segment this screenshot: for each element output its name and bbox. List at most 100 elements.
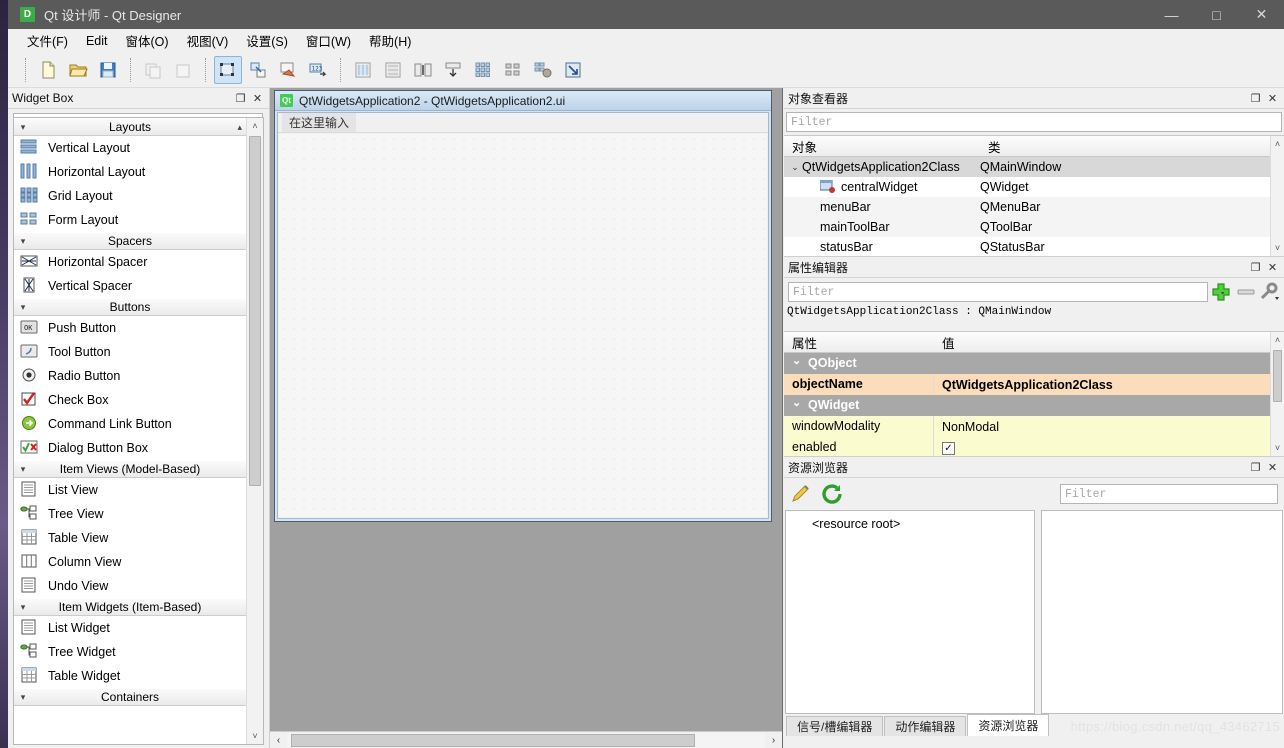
configure-property-button[interactable] (1259, 282, 1281, 302)
menu-item-help[interactable]: 帮助(H) (360, 28, 420, 53)
layout-form-button[interactable] (499, 56, 527, 84)
object-inspector-scrollbar[interactable]: ˄ ˅ (1270, 136, 1284, 256)
layout-splitter-vertical-button[interactable] (439, 56, 467, 84)
widget-item-vertical-layout[interactable]: Vertical Layout (14, 136, 246, 160)
layout-splitter-horizontal-button[interactable] (409, 56, 437, 84)
widget-item-list-widget[interactable]: List Widget (14, 616, 246, 640)
widget-item-table-view[interactable]: Table View (14, 526, 246, 550)
property-value[interactable]: NonModal (934, 420, 1284, 434)
widget-item-dialog-button-box[interactable]: Dialog Button Box (14, 436, 246, 460)
widget-item-form-layout[interactable]: Form Layout (14, 208, 246, 232)
object-row-central-widget[interactable]: centralWidget QWidget (784, 177, 1284, 197)
object-row-menu-bar[interactable]: menuBar QMenuBar (784, 197, 1284, 217)
edit-buddies-button[interactable] (274, 56, 302, 84)
menu-item-view[interactable]: 视图(V) (178, 28, 238, 53)
column-header-object[interactable]: 对象 (784, 137, 980, 156)
property-row-enabled[interactable]: enabled ✓ (784, 437, 1284, 456)
edit-tab-order-button[interactable]: 123 (304, 56, 332, 84)
tab-resource-browser[interactable]: 资源浏览器 (967, 714, 1050, 736)
resource-preview[interactable] (1041, 510, 1283, 714)
resource-browser-filter-input[interactable] (1060, 484, 1278, 504)
scroll-down-icon[interactable]: ˅ (1271, 240, 1284, 256)
widget-item-table-widget[interactable]: Table Widget (14, 664, 246, 688)
remove-property-button[interactable] (1236, 282, 1256, 302)
scroll-left-icon[interactable]: ‹ (270, 735, 287, 746)
object-inspector-filter-input[interactable] (786, 112, 1282, 132)
scroll-up-icon[interactable]: ˄ (247, 118, 263, 134)
scroll-up-icon[interactable]: ˄ (1271, 332, 1284, 348)
edit-resources-button[interactable] (790, 484, 812, 504)
widget-category-layouts[interactable]: ▾ Layouts ▴ (14, 118, 246, 136)
float-icon[interactable]: ❐ (1247, 90, 1264, 107)
widget-box-scrollbar[interactable]: ˄ ˅ (246, 118, 263, 744)
property-group-qobject[interactable]: QObject (784, 353, 1284, 374)
add-property-button[interactable] (1211, 282, 1233, 302)
form-window[interactable]: Qt QtWidgetsApplication2 - QtWidgetsAppl… (274, 90, 772, 522)
property-row-window-modality[interactable]: windowModality NonModal (784, 416, 1284, 437)
widget-category-spacers[interactable]: ▾ Spacers (14, 232, 246, 250)
scrollbar-thumb[interactable] (249, 136, 261, 486)
scroll-down-icon[interactable]: ˅ (247, 728, 263, 744)
close-icon[interactable]: ✕ (1239, 0, 1284, 29)
undo-button[interactable] (139, 56, 167, 84)
close-icon[interactable]: ✕ (1264, 259, 1281, 276)
maximize-icon[interactable]: □ (1194, 0, 1239, 29)
close-icon[interactable]: ✕ (1264, 90, 1281, 107)
widget-item-tool-button[interactable]: Tool Button (14, 340, 246, 364)
open-form-button[interactable] (64, 56, 92, 84)
save-form-button[interactable] (94, 56, 122, 84)
adjust-size-button[interactable] (559, 56, 587, 84)
object-row-main-window[interactable]: ⌄ QtWidgetsApplication2Class QMainWindow (784, 157, 1284, 177)
form-central-widget[interactable] (279, 134, 767, 517)
float-icon[interactable]: ❐ (1247, 259, 1264, 276)
float-icon[interactable]: ❐ (1247, 459, 1264, 476)
property-value-checkbox[interactable]: ✓ (934, 440, 1284, 455)
column-header-property[interactable]: 属性 (784, 333, 934, 352)
edit-signals-slots-button[interactable] (244, 56, 272, 84)
widget-item-check-box[interactable]: Check Box (14, 388, 246, 412)
scroll-up-icon[interactable]: ˄ (1271, 136, 1284, 152)
form-menubar[interactable]: 在这里输入 (278, 113, 768, 133)
widget-category-buttons[interactable]: ▾ Buttons (14, 298, 246, 316)
property-row-object-name[interactable]: objectName QtWidgetsApplication2Class (784, 374, 1284, 395)
scroll-right-icon[interactable]: › (765, 735, 782, 746)
column-header-value[interactable]: 值 (934, 333, 1284, 352)
menu-item-window[interactable]: 窗口(W) (297, 28, 360, 53)
tab-signal-slot-editor[interactable]: 信号/槽编辑器 (786, 716, 884, 736)
scrollbar-track[interactable] (287, 732, 765, 748)
column-header-class[interactable]: 类 (980, 137, 1284, 156)
widget-item-column-view[interactable]: Column View (14, 550, 246, 574)
widget-item-tree-widget[interactable]: Tree Widget (14, 640, 246, 664)
close-icon[interactable]: ✕ (249, 90, 266, 107)
property-editor-scrollbar[interactable]: ˄ ˅ (1270, 332, 1284, 456)
chevron-down-icon[interactable]: ⌄ (788, 162, 802, 173)
layout-grid-button[interactable] (469, 56, 497, 84)
property-value[interactable]: QtWidgetsApplication2Class (934, 378, 1284, 392)
menu-item-file[interactable]: 文件(F) (18, 28, 77, 53)
form-menubar-placeholder[interactable]: 在这里输入 (282, 113, 357, 132)
layout-horizontally-button[interactable] (349, 56, 377, 84)
mdi-horizontal-scrollbar[interactable]: ‹ › (270, 731, 782, 748)
widget-item-tree-view[interactable]: Tree View (14, 502, 246, 526)
edit-widgets-button[interactable] (214, 55, 242, 84)
widget-item-grid-layout[interactable]: Grid Layout (14, 184, 246, 208)
form-window-titlebar[interactable]: Qt QtWidgetsApplication2 - QtWidgetsAppl… (275, 91, 771, 111)
enabled-checkbox[interactable]: ✓ (942, 442, 955, 455)
widget-item-vertical-spacer[interactable]: Vertical Spacer (14, 274, 246, 298)
widget-item-horizontal-layout[interactable]: Horizontal Layout (14, 160, 246, 184)
widget-item-radio-button[interactable]: Radio Button (14, 364, 246, 388)
widget-item-push-button[interactable]: OK Push Button (14, 316, 246, 340)
tab-action-editor[interactable]: 动作编辑器 (884, 716, 967, 736)
redo-button[interactable] (169, 56, 197, 84)
widget-item-undo-view[interactable]: Undo View (14, 574, 246, 598)
property-group-qwidget[interactable]: QWidget (784, 395, 1284, 416)
minimize-icon[interactable]: — (1149, 0, 1194, 29)
widget-item-list-view[interactable]: List View (14, 478, 246, 502)
close-icon[interactable]: ✕ (1264, 459, 1281, 476)
reload-resources-button[interactable] (822, 484, 844, 504)
property-editor-filter-input[interactable] (788, 282, 1208, 302)
object-row-status-bar[interactable]: statusBar QStatusBar (784, 237, 1284, 256)
new-form-button[interactable] (34, 56, 62, 84)
scroll-down-icon[interactable]: ˅ (1271, 440, 1284, 456)
widget-category-item-widgets[interactable]: ▾ Item Widgets (Item-Based) (14, 598, 246, 616)
